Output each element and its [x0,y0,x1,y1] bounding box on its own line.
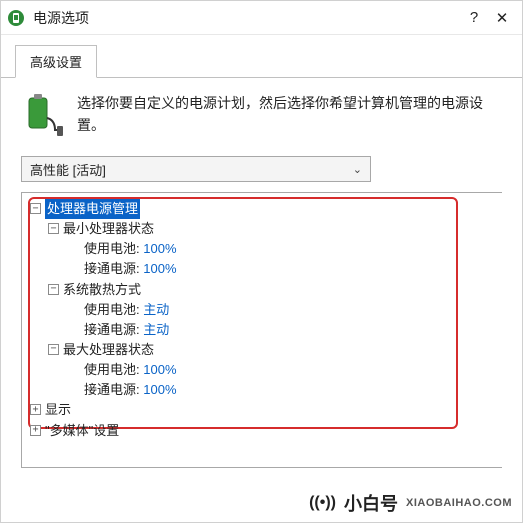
power-plan-selected: 高性能 [活动] [30,160,106,179]
expand-toggle-cpu[interactable]: − [30,203,41,214]
min-battery-value[interactable]: 100% [143,241,176,256]
description-text: 选择你要自定义的电源计划，然后选择你希望计算机管理的电源设置。 [77,92,502,138]
battery-plug-icon [21,92,63,138]
min-battery-label: 使用电池: [84,241,140,256]
dialog-title: 电源选项 [33,8,460,28]
power-options-dialog: 电源选项 ? ✕ 高级设置 选择你要自定义的电源计划，然后选择你希望计算机管理的… [0,0,523,523]
power-plan-select[interactable]: 高性能 [活动] ⌄ [21,156,371,182]
max-battery-value[interactable]: 100% [143,362,176,377]
node-display[interactable]: 显示 [45,400,71,420]
cooling-battery-label: 使用电池: [84,302,140,317]
dialog-content: 选择你要自定义的电源计划，然后选择你希望计算机管理的电源设置。 高性能 [活动]… [1,78,522,476]
min-plugged-value[interactable]: 100% [143,261,176,276]
node-max-processor-state[interactable]: 最大处理器状态 [63,340,154,360]
tab-advanced-settings[interactable]: 高级设置 [15,45,97,78]
expand-toggle-min-state[interactable]: − [48,223,59,234]
watermark-name: 小白号 [344,490,398,516]
max-battery-label: 使用电池: [84,362,140,377]
help-button[interactable]: ? [460,4,488,32]
watermark-url: XIAOBAIHAO.COM [406,497,512,509]
max-plugged-label: 接通电源: [84,382,140,397]
expand-toggle-display[interactable]: + [30,404,41,415]
settings-tree[interactable]: − 处理器电源管理 − 最小处理器状态 使用电池: 100% 接通电源: 100… [21,192,502,468]
expand-toggle-max-state[interactable]: − [48,344,59,355]
broadcast-icon: ((•)) [309,494,336,512]
expand-toggle-multimedia[interactable]: + [30,425,41,436]
titlebar: 电源选项 ? ✕ [1,1,522,35]
cooling-plugged-value[interactable]: 主动 [143,322,169,337]
close-button[interactable]: ✕ [488,4,516,32]
expand-toggle-cooling[interactable]: − [48,284,59,295]
max-plugged-value[interactable]: 100% [143,382,176,397]
tab-strip: 高级设置 [1,35,522,78]
cooling-plugged-label: 接通电源: [84,322,140,337]
node-multimedia[interactable]: "多媒体"设置 [45,421,119,441]
node-cpu-power-management[interactable]: 处理器电源管理 [45,199,140,219]
power-options-icon [7,9,25,27]
node-cooling-policy[interactable]: 系统散热方式 [63,280,141,300]
watermark: ((•)) 小白号 XIAOBAIHAO.COM [1,484,522,522]
node-min-processor-state[interactable]: 最小处理器状态 [63,219,154,239]
cooling-battery-value[interactable]: 主动 [143,302,169,317]
chevron-down-icon: ⌄ [353,163,362,176]
min-plugged-label: 接通电源: [84,261,140,276]
